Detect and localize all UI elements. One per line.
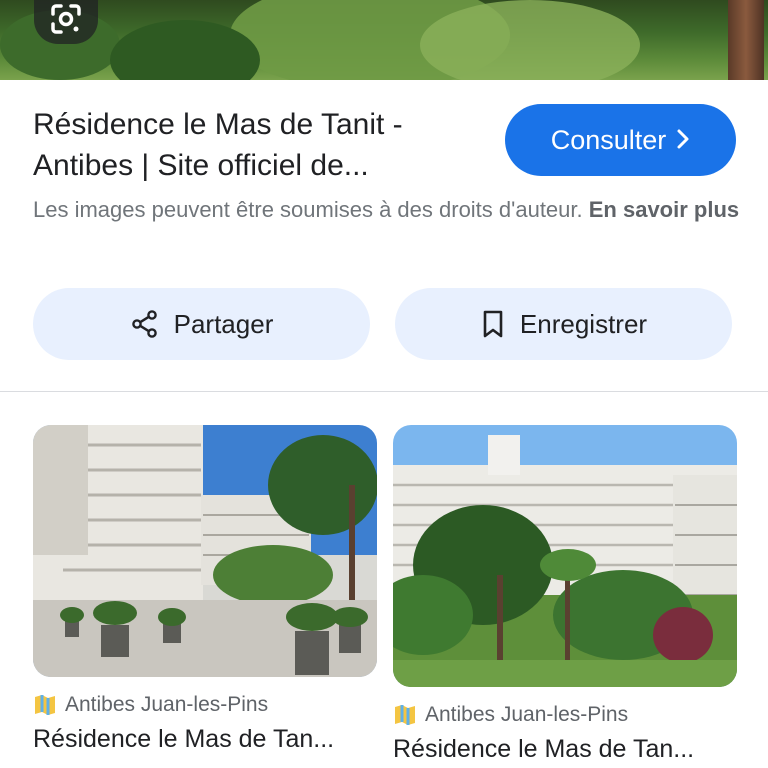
building-photo-image <box>33 425 377 677</box>
copyright-notice: Les images peuvent être soumises à des d… <box>33 194 743 226</box>
save-label: Enregistrer <box>519 308 648 339</box>
section-divider <box>0 391 768 392</box>
tree-trunk-image <box>728 0 764 80</box>
related-caption[interactable]: Résidence le Mas de Tan... <box>393 735 737 764</box>
site-favicon-icon <box>395 705 415 725</box>
related-source[interactable]: Antibes Juan-les-Pins <box>393 703 737 727</box>
related-image-card[interactable]: Antibes Juan-les-Pins Résidence le Mas d… <box>33 425 377 754</box>
related-source-name: Antibes Juan-les-Pins <box>65 693 269 716</box>
save-button[interactable]: Enregistrer <box>395 288 732 360</box>
preview-image[interactable] <box>0 0 768 80</box>
related-image-card[interactable]: Antibes Juan-les-Pins Résidence le Mas d… <box>393 425 737 764</box>
share-label: Partager <box>173 308 274 339</box>
copyright-text: Les images peuvent être soumises à des d… <box>33 197 583 222</box>
learn-more-link[interactable]: En savoir plus <box>589 197 739 222</box>
share-icon <box>131 310 157 338</box>
visit-site-button[interactable]: Consulter <box>505 104 736 176</box>
related-image-thumbnail[interactable] <box>393 425 737 687</box>
palm-frond-image <box>420 0 640 80</box>
site-favicon-icon <box>35 695 55 715</box>
related-image-thumbnail[interactable] <box>33 425 377 677</box>
bookmark-icon <box>483 310 503 338</box>
share-button[interactable]: Partager <box>33 288 370 360</box>
related-source-name: Antibes Juan-les-Pins <box>425 703 629 726</box>
result-title[interactable]: Résidence le Mas de Tanit - Antibes | Si… <box>33 104 473 186</box>
google-lens-button[interactable] <box>34 0 98 44</box>
chevron-right-icon <box>677 129 689 149</box>
google-lens-icon <box>51 4 81 34</box>
related-source[interactable]: Antibes Juan-les-Pins <box>33 693 377 717</box>
building-photo-image <box>393 425 737 687</box>
related-caption[interactable]: Résidence le Mas de Tan... <box>33 725 377 754</box>
visit-site-label: Consulter <box>550 124 667 155</box>
